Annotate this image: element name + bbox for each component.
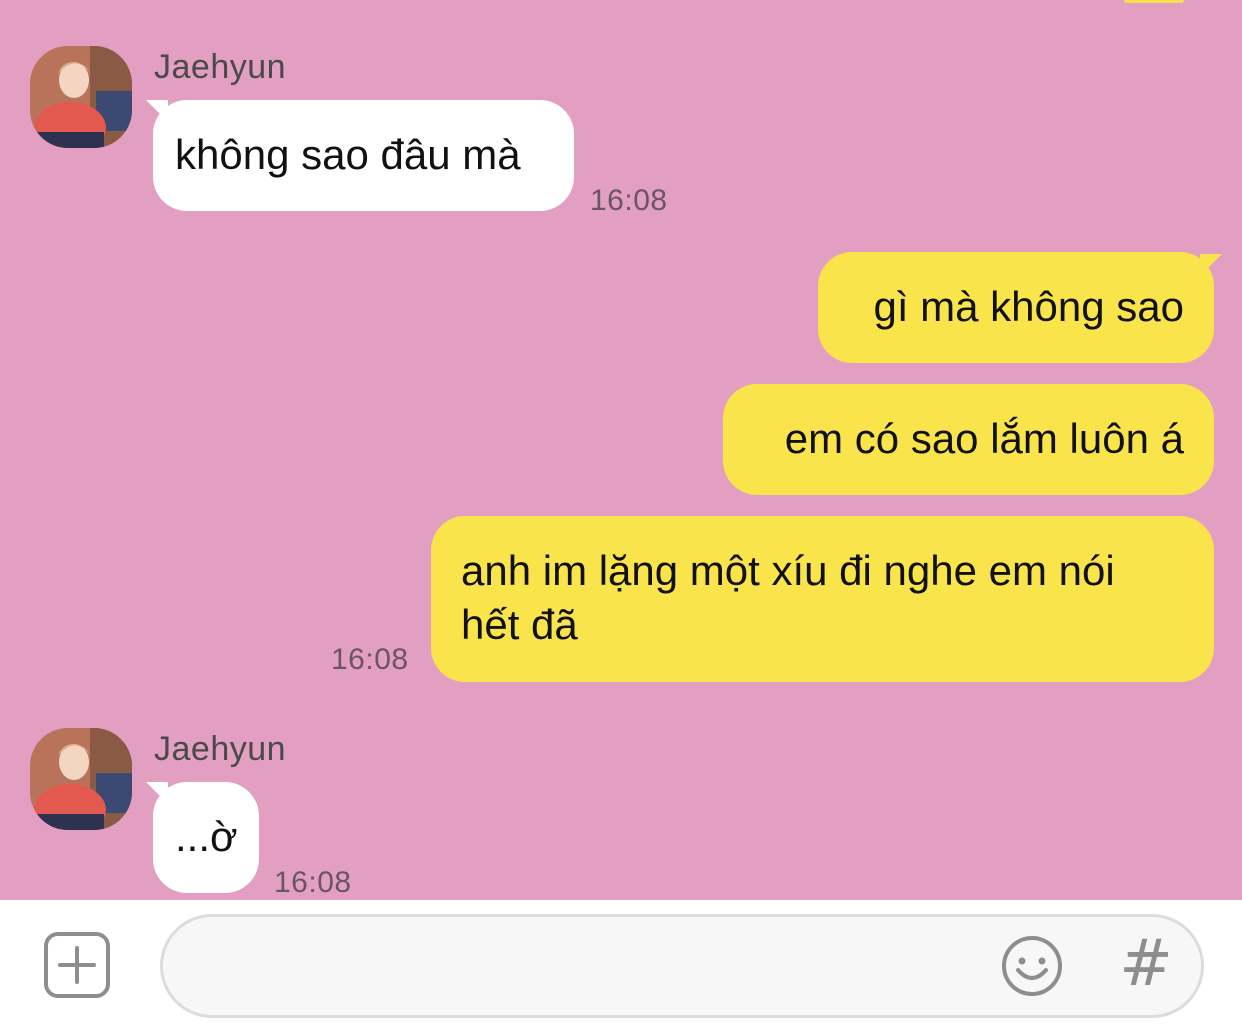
- message-timestamp: 16:08: [590, 184, 668, 217]
- incoming-message-bubble[interactable]: không sao đâu mà: [153, 100, 574, 211]
- avatar[interactable]: [30, 46, 132, 148]
- attach-button[interactable]: [44, 932, 110, 998]
- hashtag-button[interactable]: #: [1116, 930, 1176, 998]
- avatar[interactable]: [30, 728, 132, 830]
- chat-area[interactable]: Jaehyun không sao đâu mà 16:08 gì mà khô…: [0, 0, 1242, 900]
- incoming-message-bubble[interactable]: ...ờ: [153, 782, 259, 893]
- sender-name: Jaehyun: [154, 48, 287, 86]
- profile-photo-icon: [30, 46, 132, 148]
- profile-photo-icon: [30, 728, 132, 830]
- plus-icon: [58, 946, 96, 984]
- outgoing-message-bubble[interactable]: em có sao lắm luôn á: [723, 384, 1214, 495]
- previous-message-edge: [1124, 0, 1184, 3]
- message-input-bar: #: [0, 900, 1242, 1032]
- outgoing-message-bubble[interactable]: anh im lặng một xíu đi nghe em nói hết đ…: [431, 516, 1214, 682]
- emoji-button[interactable]: [1000, 934, 1064, 998]
- sender-name: Jaehyun: [154, 730, 287, 768]
- outgoing-message-bubble[interactable]: gì mà không sao: [818, 252, 1214, 363]
- message-timestamp: 16:08: [274, 866, 352, 899]
- message-timestamp: 16:08: [331, 643, 409, 676]
- smiley-icon: [1002, 936, 1062, 996]
